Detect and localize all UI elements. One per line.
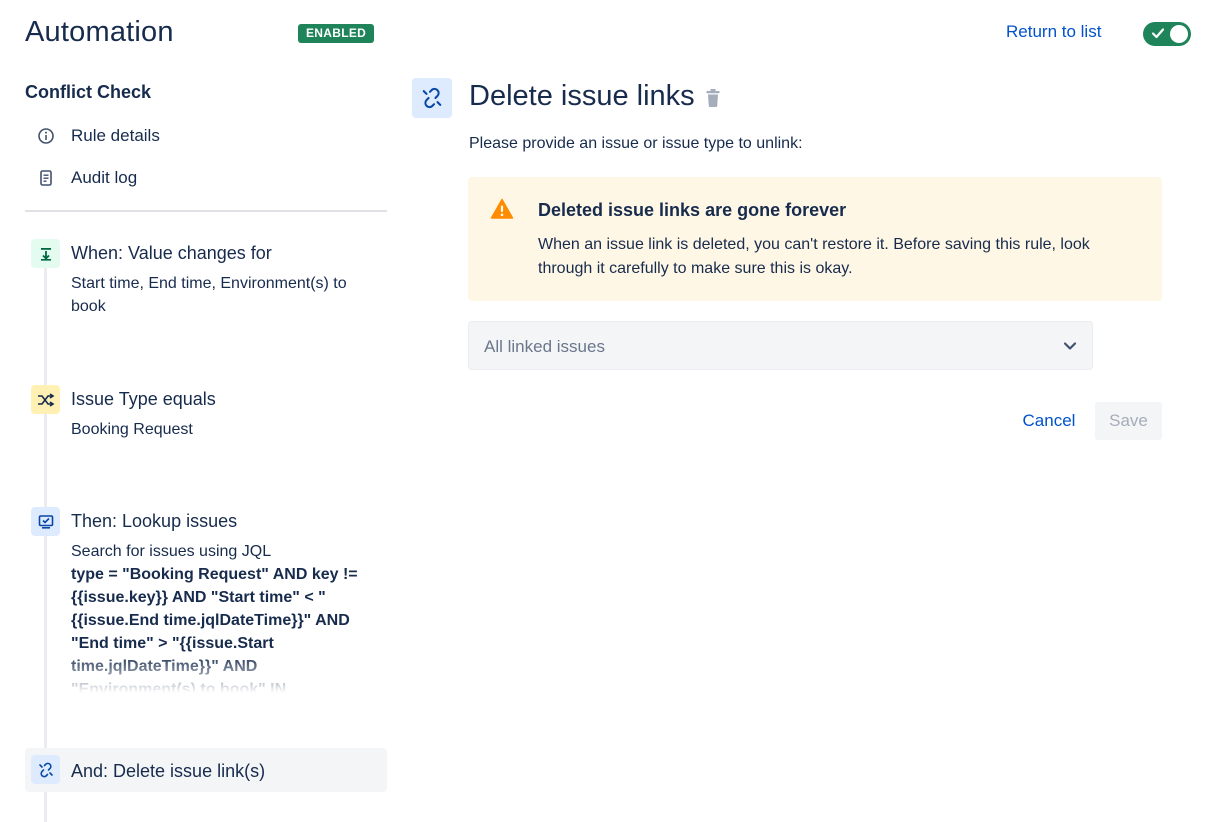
toggle-knob [1170, 25, 1188, 43]
linked-issues-select[interactable]: All linked issues [468, 321, 1093, 370]
component-title: Delete issue links [469, 80, 695, 112]
monitor-icon [31, 507, 60, 536]
warning-icon [490, 198, 514, 219]
trash-icon[interactable] [705, 88, 721, 108]
cancel-button[interactable]: Cancel [1011, 402, 1087, 440]
info-icon [36, 126, 56, 146]
select-value: All linked issues [484, 337, 605, 356]
page-title: Automation [25, 16, 174, 48]
rule-step-delete-links[interactable]: And: Delete issue link(s) [25, 748, 387, 792]
rule-step-trigger[interactable]: When: Value changes for Start time, End … [25, 239, 387, 329]
return-to-list-link[interactable]: Return to list [1006, 22, 1101, 42]
step-description: Start time, End time, Environment(s) to … [71, 275, 347, 315]
sidebar-item-rule-details[interactable]: Rule details [36, 124, 160, 148]
trigger-icon [31, 239, 60, 268]
unlink-icon [412, 78, 452, 118]
rule-step-condition[interactable]: Issue Type equals Booking Request [25, 385, 387, 445]
step-description: Search for issues using JQL [71, 543, 272, 560]
step-title: When: Value changes for [71, 243, 272, 263]
step-title: Issue Type equals [71, 389, 216, 409]
sidebar-item-label: Audit log [71, 168, 138, 187]
sidebar-item-audit-log[interactable]: Audit log [36, 166, 137, 190]
rule-step-action-lookup[interactable]: Then: Lookup issues Search for issues us… [25, 507, 387, 697]
step-title: And: Delete issue link(s) [71, 761, 266, 781]
unlink-icon [31, 755, 60, 784]
document-icon [36, 168, 56, 188]
sidebar-item-label: Rule details [71, 126, 160, 145]
jql-query: type = "Booking Request" AND key != {{is… [71, 566, 358, 693]
status-badge: ENABLED [298, 24, 375, 43]
warning-body: When an issue link is deleted, you can't… [538, 236, 1090, 277]
save-button[interactable]: Save [1095, 402, 1162, 440]
rule-enabled-toggle[interactable] [1143, 22, 1191, 46]
step-title: Then: Lookup issues [71, 511, 238, 531]
warning-title: Deleted issue links are gone forever [538, 200, 847, 220]
shuffle-icon [31, 385, 60, 414]
warning-message: Deleted issue links are gone forever Whe… [468, 177, 1162, 301]
chevron-down-icon [1063, 342, 1077, 350]
step-description: Booking Request [71, 421, 193, 438]
check-icon [1151, 28, 1165, 39]
instruction-text: Please provide an issue or issue type to… [469, 135, 803, 152]
rule-name: Conflict Check [25, 82, 152, 102]
sidebar-divider [25, 210, 387, 212]
